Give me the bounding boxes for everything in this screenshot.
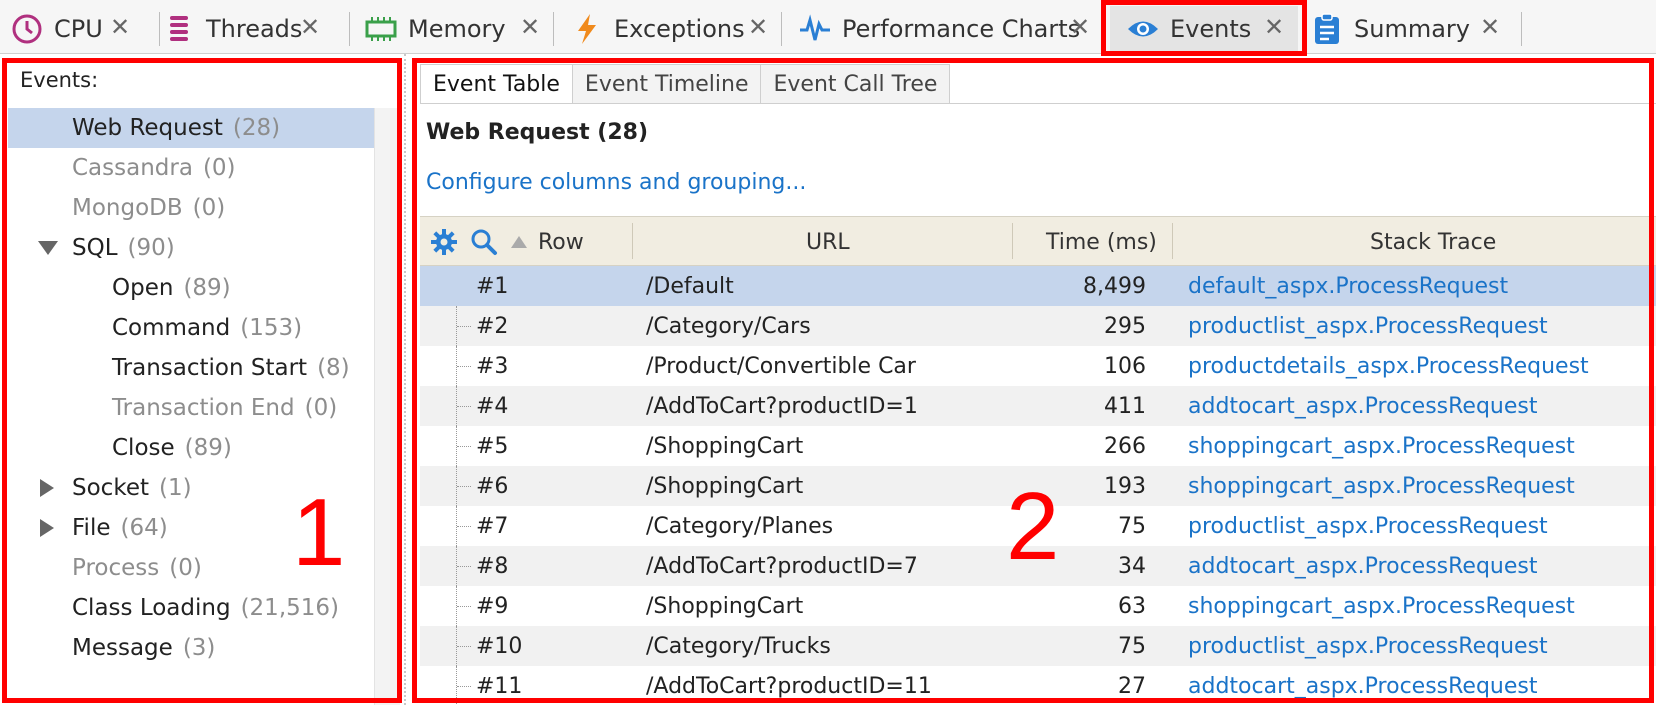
tab-divider [781, 12, 782, 46]
tab-memory[interactable]: Memory ✕ [364, 6, 554, 52]
threads-icon [162, 12, 196, 46]
tab-summary[interactable]: Summary ✕ [1310, 6, 1522, 52]
tab-performance-charts[interactable]: Performance Charts ✕ [798, 6, 1090, 52]
lightning-icon [570, 12, 604, 46]
annotation-box-2 [412, 58, 1654, 703]
tab-label: Performance Charts [842, 15, 1081, 43]
tab-label: Threads [206, 15, 303, 43]
tab-divider [159, 12, 160, 46]
tab-divider [553, 12, 554, 46]
tab-label: Memory [408, 15, 506, 43]
tab-cpu[interactable]: CPU ✕ [10, 6, 160, 52]
tab-label: Summary [1354, 15, 1470, 43]
pulse-chart-icon [798, 12, 832, 46]
close-icon[interactable]: ✕ [110, 13, 130, 41]
annotation-number-2: 2 [1006, 473, 1060, 580]
close-icon[interactable]: ✕ [1070, 13, 1090, 41]
tab-exceptions[interactable]: Exceptions ✕ [570, 6, 782, 52]
tab-divider [349, 12, 350, 46]
close-icon[interactable]: ✕ [520, 13, 540, 41]
annotation-number-1: 1 [292, 479, 346, 586]
annotation-box-1 [2, 58, 402, 703]
tab-bar: CPU ✕ Threads ✕ Memory ✕ Exceptions ✕ Pe… [0, 0, 1656, 54]
events-tab-highlight [1101, 0, 1307, 56]
panel-splitter[interactable] [404, 54, 410, 705]
tab-threads[interactable]: Threads ✕ [162, 6, 350, 52]
clipboard-icon [1310, 12, 1344, 46]
memory-chip-icon [364, 12, 398, 46]
cpu-clock-icon [10, 12, 44, 46]
tab-label: CPU [54, 15, 103, 43]
tab-divider [1521, 12, 1522, 46]
close-icon[interactable]: ✕ [300, 13, 320, 41]
tab-label: Exceptions [614, 15, 745, 43]
close-icon[interactable]: ✕ [1480, 13, 1500, 41]
close-icon[interactable]: ✕ [748, 13, 768, 41]
